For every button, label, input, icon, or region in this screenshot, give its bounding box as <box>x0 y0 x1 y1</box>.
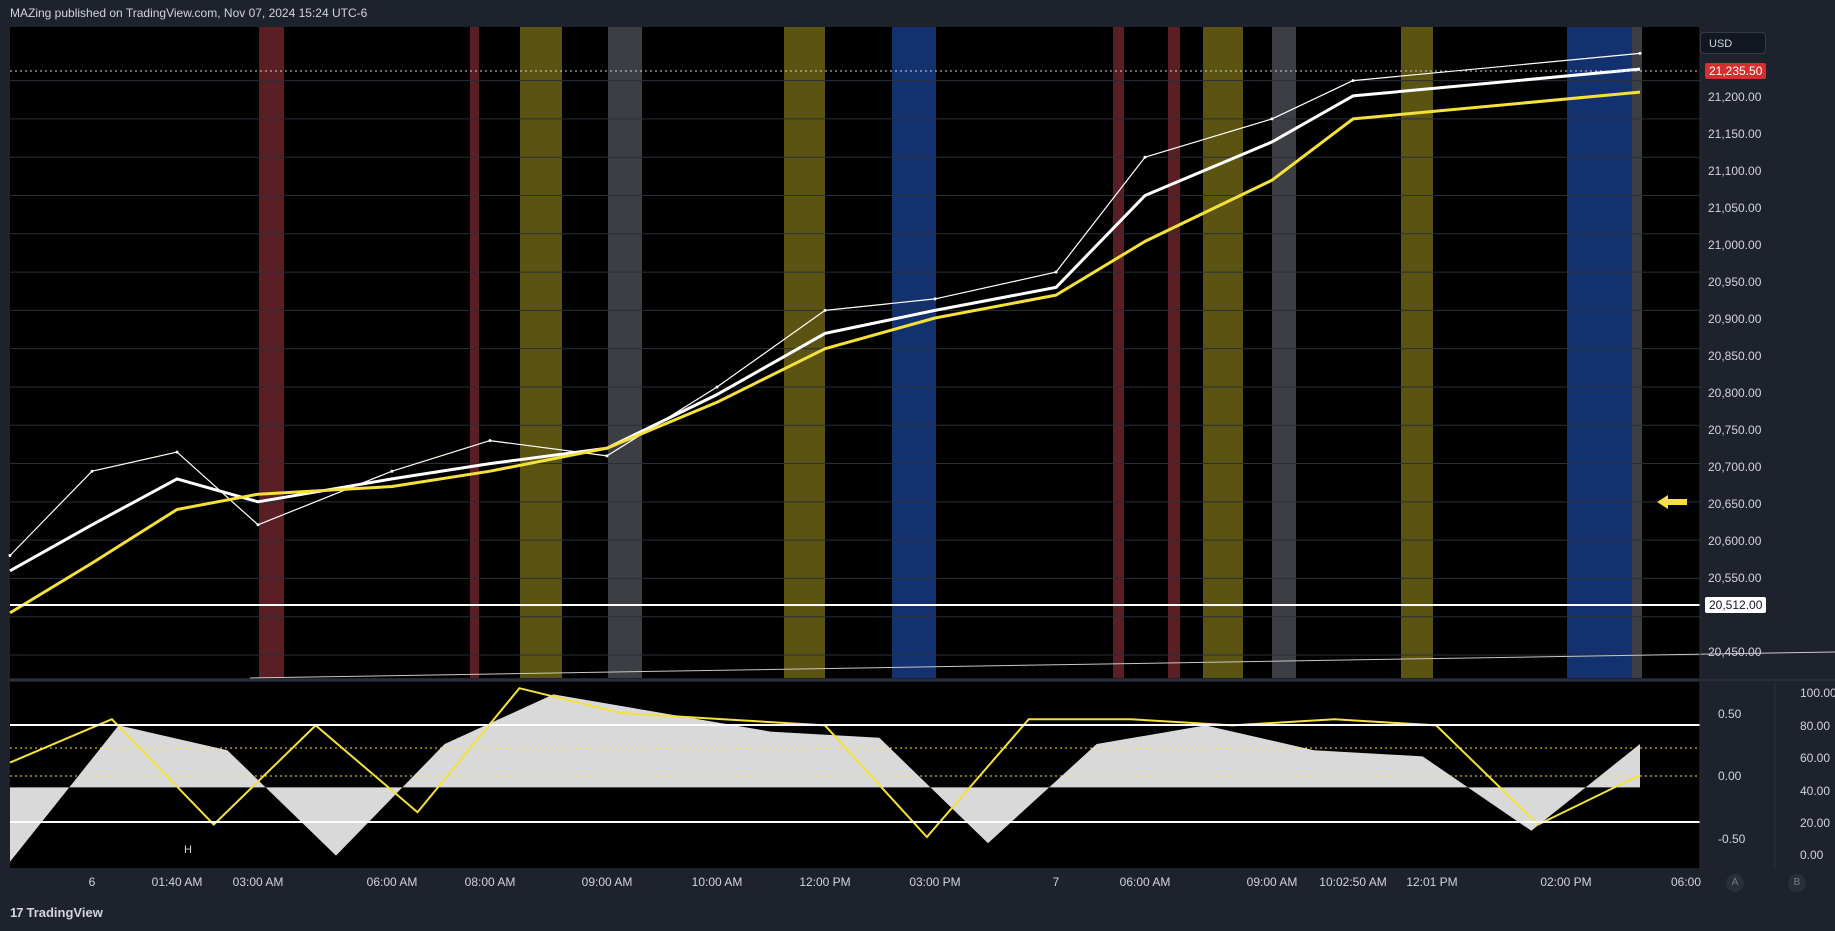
price-line-point <box>90 469 94 473</box>
price-label: 20,450.00 <box>1708 645 1762 659</box>
session-band <box>1203 27 1243 678</box>
session-band <box>1401 27 1433 678</box>
osc-right-label: 40.00 <box>1800 784 1831 798</box>
price-line-point <box>933 297 937 301</box>
price-label: 20,850.00 <box>1708 349 1762 363</box>
price-label: 20,750.00 <box>1708 423 1762 437</box>
axis-auto-button[interactable]: A <box>1726 874 1744 892</box>
price-label: 20,800.00 <box>1708 386 1762 400</box>
price-label: 20,600.00 <box>1708 534 1762 548</box>
osc-right-label: 80.00 <box>1800 719 1831 733</box>
time-label: 6 <box>88 875 96 889</box>
session-band <box>1567 27 1632 678</box>
price-label: 20,900.00 <box>1708 312 1762 326</box>
osc-right-label: 60.00 <box>1800 751 1831 765</box>
time-label: 12:00 PM <box>799 875 851 889</box>
time-label: 03:00 AM <box>232 875 284 889</box>
price-line-point <box>1270 117 1274 121</box>
osc-right-label: 100.00 <box>1800 686 1835 700</box>
time-label: 08:00 AM <box>464 875 516 889</box>
price-label: 20,700.00 <box>1708 460 1762 474</box>
session-band <box>1113 27 1124 678</box>
session-band <box>520 27 562 678</box>
time-label: 02:00 PM <box>1540 875 1592 889</box>
osc-right-label: 20.00 <box>1800 816 1831 830</box>
session-band <box>1168 27 1180 678</box>
price-label: 20,550.00 <box>1708 571 1762 585</box>
time-label: 06:00 <box>1670 875 1702 889</box>
brand-name: TradingView <box>26 905 103 920</box>
session-marker: H <box>184 844 192 856</box>
price-line-point <box>488 439 492 443</box>
time-label: 09:00 AM <box>1246 875 1298 889</box>
price-line-point <box>823 308 827 312</box>
current-price-marker: 21,235.50 <box>1705 63 1767 79</box>
time-label: 01:40 AM <box>151 875 203 889</box>
osc-left-label: 0.00 <box>1718 769 1742 783</box>
time-label: 06:00 AM <box>1119 875 1171 889</box>
price-label: 20,650.00 <box>1708 497 1762 511</box>
price-label: 21,200.00 <box>1708 90 1762 104</box>
osc-left-label: -0.50 <box>1718 832 1746 846</box>
price-line-point <box>1054 270 1058 274</box>
osc-right-label: 0.00 <box>1800 848 1824 862</box>
axis-b-button[interactable]: B <box>1788 874 1806 892</box>
session-band <box>892 27 936 678</box>
price-line-point <box>1143 155 1147 159</box>
time-label: 7 <box>1052 875 1060 889</box>
price-line-point <box>1638 51 1642 55</box>
osc-left-label: 0.50 <box>1718 707 1742 721</box>
price-label: 21,150.00 <box>1708 127 1762 141</box>
tradingview-logo[interactable]: 17 TradingView <box>10 905 103 920</box>
price-label: 20,950.00 <box>1708 275 1762 289</box>
tradingview-logo-icon: 17 <box>10 905 24 920</box>
price-label: 21,050.00 <box>1708 201 1762 215</box>
price-axis[interactable]: 21,200.00 21,150.00 21,100.00 21,050.00 … <box>1700 27 1790 680</box>
time-label: 12:01 PM <box>1406 875 1458 889</box>
chart-canvas[interactable]: H <box>0 0 1835 931</box>
price-label: 21,100.00 <box>1708 164 1762 178</box>
time-label: 06:00 AM <box>366 875 418 889</box>
price-line-point <box>1351 79 1355 83</box>
price-line-point <box>256 523 260 527</box>
session-band <box>1272 27 1296 678</box>
price-line-point <box>8 554 12 557</box>
session-band <box>1632 27 1642 678</box>
price-line-point <box>715 385 719 389</box>
price-line-point <box>605 454 609 458</box>
time-label: 10:02:50 AM <box>1319 875 1387 889</box>
time-label: 09:00 AM <box>581 875 633 889</box>
price-line-point <box>175 450 179 454</box>
session-band <box>608 27 642 678</box>
time-label: 03:00 PM <box>909 875 961 889</box>
level-price-marker: 20,512.00 <box>1705 597 1767 613</box>
session-band <box>470 27 479 678</box>
time-label: 10:00 AM <box>691 875 743 889</box>
price-label: 21,000.00 <box>1708 238 1762 252</box>
price-line-point <box>390 469 394 473</box>
session-band <box>259 27 284 678</box>
